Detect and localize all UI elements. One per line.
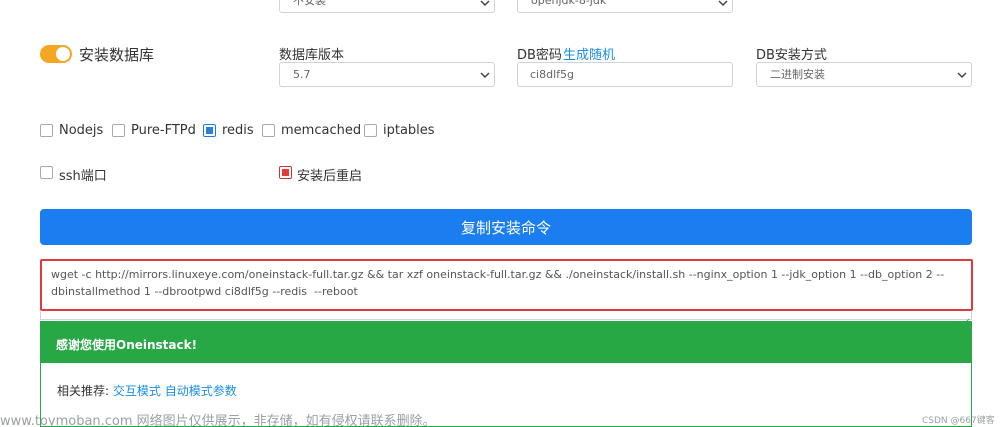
recommend-row: 相关推荐: 交互模式 自动模式参数 [57,382,237,399]
memcached-checkbox[interactable] [262,124,275,137]
watermark-text: www.toymoban.com 网络图片仅供展示，非存储，如有侵权请联系删除。 [0,414,436,427]
redis-label: redis [222,123,254,138]
db-password-input[interactable] [517,62,733,87]
iptables-checkbox[interactable] [364,124,377,137]
recommend-label: 相关推荐: [57,384,110,398]
nodejs-label: Nodejs [59,123,104,138]
csdn-watermark: CSDN @667键客 [922,416,995,426]
interactive-mode-link[interactable]: 交互模式 [113,384,161,398]
iptables-label: iptables [383,123,435,138]
db-install-method-select[interactable]: 二进制安装 [756,62,972,87]
db-install-method-label: DB安装方式 [756,48,827,63]
memcached-label: memcached [281,123,362,138]
reboot-after-checkbox[interactable] [279,166,292,179]
auto-mode-params-link[interactable]: 自动模式参数 [165,384,237,398]
copy-install-command-button[interactable]: 复制安装命令 [40,209,972,245]
db-version-label: 数据库版本 [279,48,345,63]
toggle-knob [56,47,70,61]
install-database-label: 安装数据库 [79,46,155,64]
redis-checkbox[interactable] [203,124,216,137]
ssh-port-checkbox[interactable] [40,166,53,179]
textarea-resize-strip [40,311,972,320]
db-version-select[interactable]: 5.7 [279,62,495,87]
generate-random-link[interactable]: 生成随机 [563,44,615,63]
web-server-select[interactable]: 不安装 [279,0,495,13]
jdk-select[interactable]: openjdk-8-jdk [517,0,733,13]
reboot-after-label: 安装后重启 [297,169,363,184]
pureftpd-label: Pure-FTPd [131,123,196,138]
nodejs-checkbox[interactable] [40,124,53,137]
install-database-toggle[interactable] [40,45,72,63]
db-password-label: DB密码 [517,48,562,63]
ssh-port-label: ssh端口 [59,169,107,184]
install-command-textarea[interactable]: wget -c http://mirrors.linuxeye.com/onei… [40,259,973,311]
thanks-panel-header: 感谢您使用Oneinstack! [40,321,972,363]
pureftpd-checkbox[interactable] [112,124,125,137]
